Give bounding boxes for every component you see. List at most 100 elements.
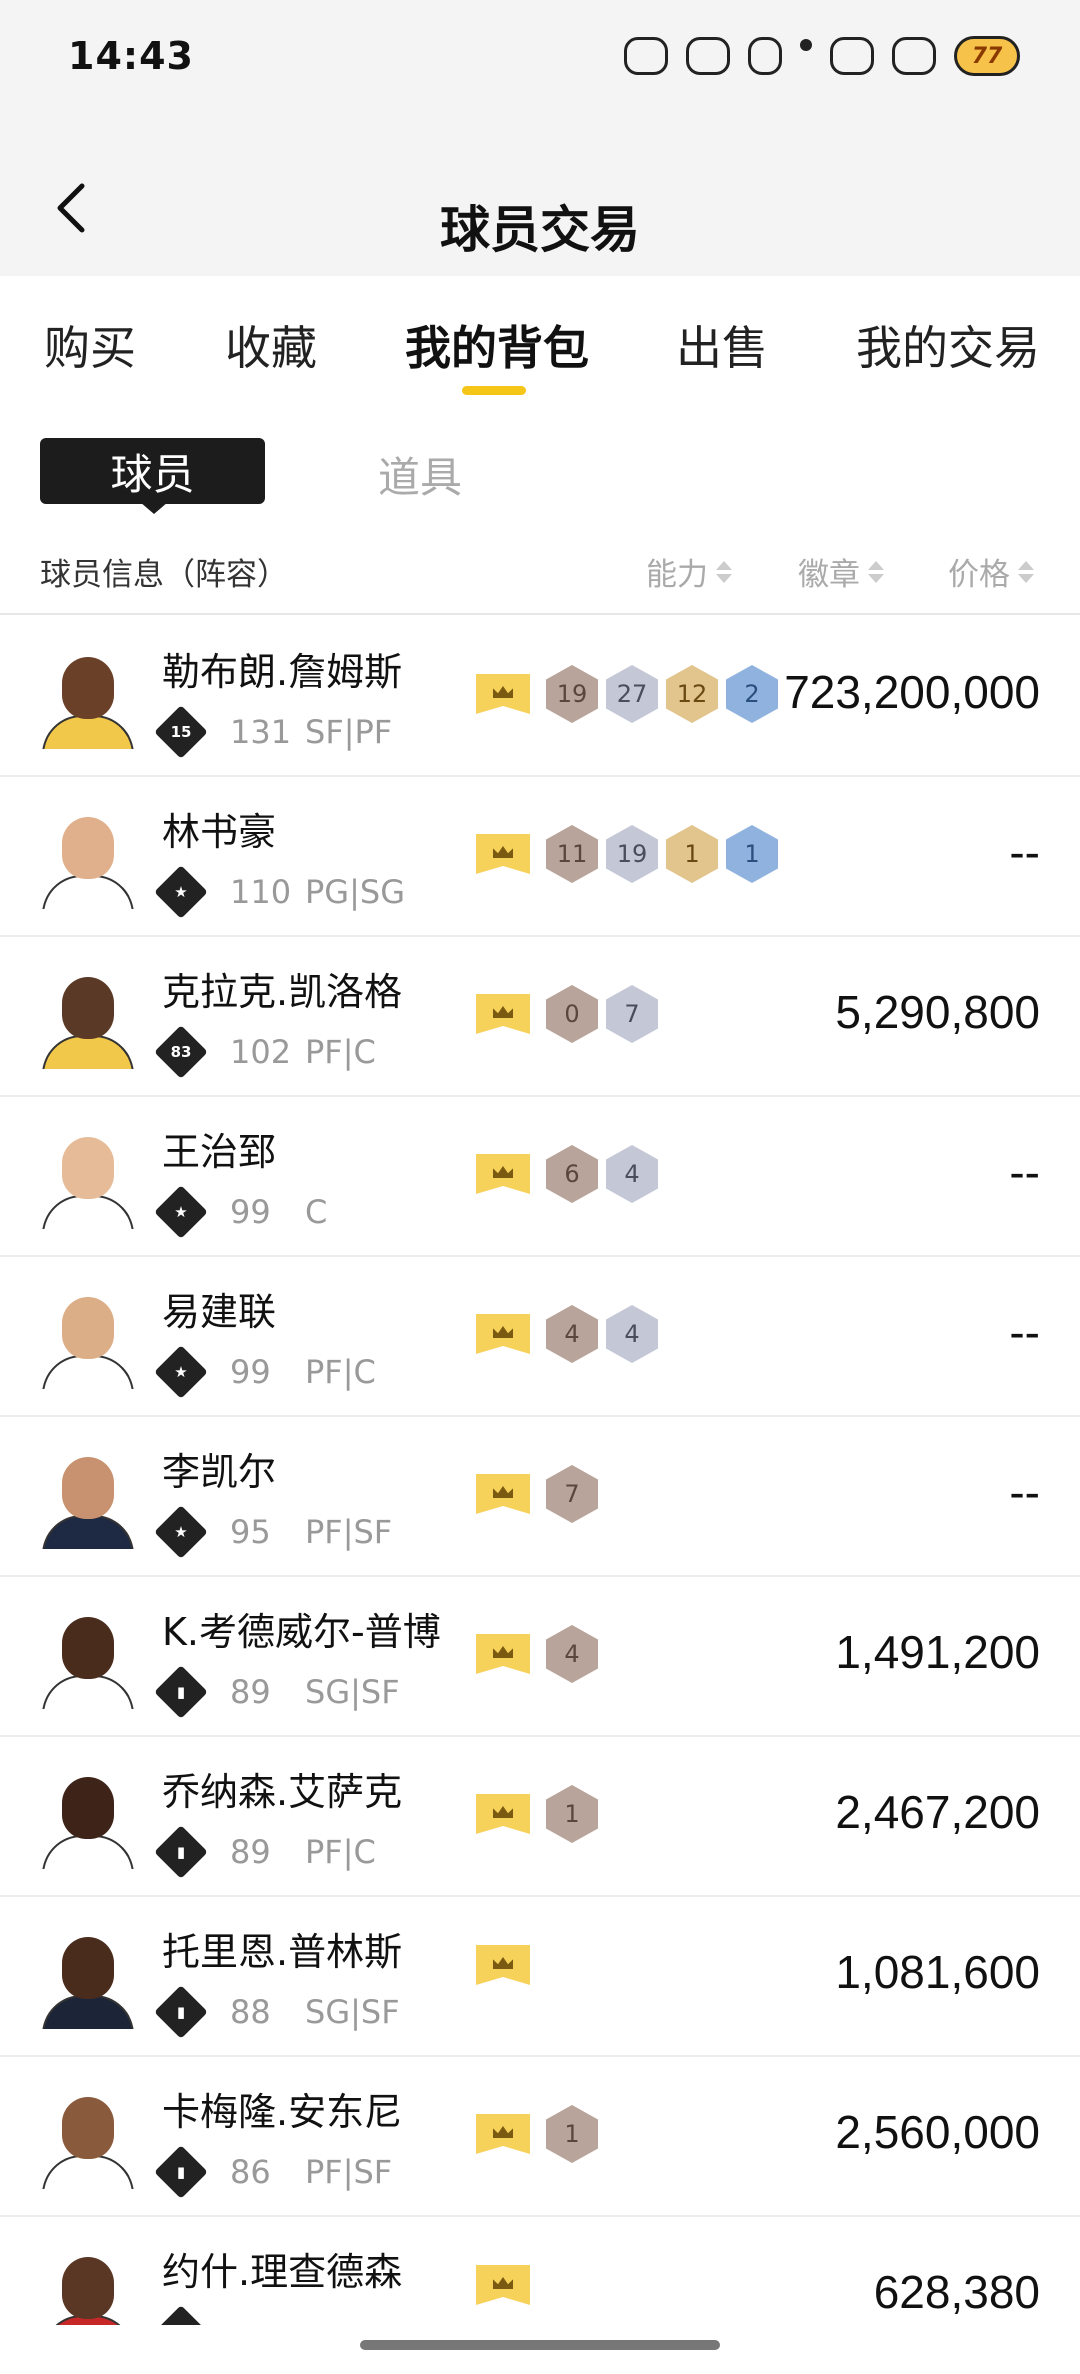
badge-group: 4 (476, 1625, 598, 1683)
status-icons: 77 (624, 36, 1020, 76)
badge-blue-hex: 2 (726, 665, 778, 723)
tab-my-trades[interactable]: 我的交易 (856, 312, 1040, 378)
player-name: 勒布朗.詹姆斯 (162, 650, 403, 694)
player-list: 勒布朗.詹姆斯 15 131 SF|PF 19 27 12 2 723,200,000 林书豪 ★ 1… (0, 617, 1080, 2374)
mute-notification-icon (686, 37, 730, 75)
avatar-jersey (42, 1675, 134, 1709)
tier-label: ▮ (176, 1843, 186, 1861)
crown-icon (476, 1474, 530, 1514)
crown-icon (476, 2265, 530, 2305)
tier-label: ▮ (176, 1683, 186, 1701)
active-tab-indicator (462, 386, 526, 395)
player-row[interactable]: 乔纳森.艾萨克 ▮ 89 PF|C 1 2,467,200 (0, 1737, 1080, 1897)
player-row[interactable]: 王治郅 ★ 99 C 6 4 -- (0, 1097, 1080, 1257)
avatar-head (62, 1457, 114, 1519)
player-row[interactable]: 勒布朗.詹姆斯 15 131 SF|PF 19 27 12 2 723,200,000 (0, 617, 1080, 777)
player-price: 1,491,200 (835, 1626, 1040, 1678)
badge-group: 7 (476, 1465, 598, 1523)
player-row[interactable]: K.考德威尔-普博 ▮ 89 SG|SF 4 1,491,200 (0, 1577, 1080, 1737)
avatar-jersey (42, 1035, 134, 1069)
badge-bronze-hex: 1 (546, 1785, 598, 1843)
player-position: PF|C (305, 1033, 376, 1071)
player-price: -- (1009, 826, 1040, 878)
title-bar: 球员交易 (0, 120, 1080, 276)
badge-bronze-hex: 0 (546, 985, 598, 1043)
player-rating: 88 (230, 1993, 271, 2031)
badge-bronze-hex: 1 (546, 2105, 598, 2163)
crown-icon (476, 1945, 530, 1985)
crown-icon (476, 834, 530, 874)
player-avatar (40, 1453, 136, 1549)
player-position: PF|SF (305, 1513, 393, 1551)
crown-icon (476, 1154, 530, 1194)
player-row[interactable]: 托里恩.普林斯 ▮ 88 SG|SF 1,081,600 (0, 1897, 1080, 2057)
tier-label: ▮ (176, 2163, 186, 2181)
player-avatar (40, 1613, 136, 1709)
player-price: -- (1009, 1466, 1040, 1518)
tab-sell[interactable]: 出售 (676, 312, 768, 378)
player-name: 林书豪 (162, 810, 277, 854)
player-row[interactable]: 克拉克.凯洛格 83 102 PF|C 0 7 5,290,800 (0, 937, 1080, 1097)
badge-group: 11 19 1 1 (476, 825, 778, 883)
status-time: 14:43 (68, 34, 194, 78)
player-row[interactable]: 易建联 ★ 99 PF|C 4 4 -- (0, 1257, 1080, 1417)
player-position: PF|SF (305, 2153, 393, 2191)
tier-label: ★ (174, 1203, 188, 1221)
avatar-jersey (42, 2155, 134, 2189)
player-position: C (305, 1193, 328, 1231)
avatar-head (62, 2257, 114, 2319)
player-row[interactable]: 李凯尔 ★ 95 PF|SF 7 -- (0, 1417, 1080, 1577)
subtab-players[interactable]: 球员 (40, 438, 265, 504)
avatar-jersey (42, 715, 134, 749)
sort-badge[interactable]: 徽章 (798, 549, 884, 594)
avatar-head (62, 657, 114, 719)
player-avatar (40, 1933, 136, 2029)
sort-ability-label: 能力 (646, 557, 708, 593)
header-player-info: 球员信息（阵容） (40, 557, 288, 593)
badge-group: 07 (476, 985, 658, 1043)
avatar-jersey (42, 1835, 134, 1869)
tier-icon: 15 (154, 705, 208, 759)
dot-indicator-icon (800, 39, 812, 51)
list-header: 球员信息（阵容） 能力 徽章 价格 (0, 535, 1080, 615)
player-name: 卡梅隆.安东尼 (162, 2090, 403, 2134)
badge-gold-hex: 1 (666, 825, 718, 883)
player-position: PF|C (305, 1353, 376, 1391)
sort-arrows-icon (716, 560, 732, 583)
5g-signal-icon-2 (892, 37, 936, 75)
tier-icon: ★ (154, 865, 208, 919)
sort-ability[interactable]: 能力 (646, 549, 732, 594)
player-position: PG|SG (305, 873, 405, 911)
sort-arrows-icon (1018, 560, 1034, 583)
badge-bronze-hex: 4 (546, 1625, 598, 1683)
subtab-items[interactable]: 道具 (378, 444, 462, 505)
tab-buy[interactable]: 购买 (44, 312, 136, 378)
player-name: 王治郅 (162, 1130, 277, 1174)
badge-group (476, 2265, 538, 2305)
player-name: K.考德威尔-普博 (162, 1610, 441, 1654)
tier-icon: ▮ (154, 2145, 208, 2199)
badge-silver-hex: 7 (606, 985, 658, 1043)
avatar-jersey (42, 1355, 134, 1389)
badge-bronze-hex: 11 (546, 825, 598, 883)
subtab-pointer (140, 502, 168, 514)
avatar-jersey (42, 1995, 134, 2029)
player-row[interactable]: 林书豪 ★ 110 PG|SG 11 19 1 1 -- (0, 777, 1080, 937)
avatar-jersey (42, 875, 134, 909)
tier-icon: ★ (154, 1185, 208, 1239)
avatar-head (62, 1937, 114, 1999)
badge-silver-hex: 19 (606, 825, 658, 883)
home-indicator[interactable] (360, 2340, 720, 2350)
tier-label: ▮ (176, 2003, 186, 2021)
player-row[interactable]: 卡梅隆.安东尼 ▮ 86 PF|SF 1 2,560,000 (0, 2057, 1080, 2217)
player-rating: 99 (230, 1353, 271, 1391)
crown-icon (476, 2114, 530, 2154)
crown-icon (476, 1634, 530, 1674)
badge-group: 1 (476, 2105, 598, 2163)
tab-favorites[interactable]: 收藏 (225, 312, 317, 378)
avatar-jersey (42, 1515, 134, 1549)
tier-icon: ★ (154, 1345, 208, 1399)
sort-price[interactable]: 价格 (948, 549, 1034, 594)
player-rating: 89 (230, 1673, 271, 1711)
tab-my-bag[interactable]: 我的背包 (405, 312, 589, 378)
